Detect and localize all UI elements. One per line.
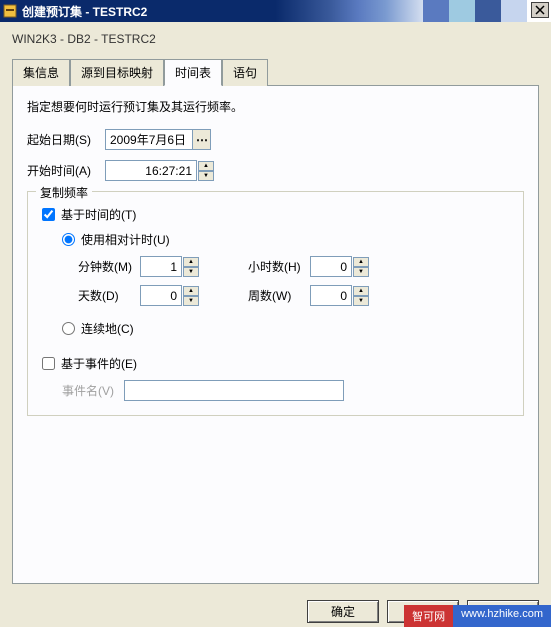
start-time-input[interactable] xyxy=(105,160,197,181)
watermark-url: www.hzhike.com xyxy=(453,605,551,627)
event-name-input xyxy=(124,380,344,401)
weeks-spin-down[interactable]: ▼ xyxy=(353,296,369,306)
replication-frequency-legend: 复制频率 xyxy=(36,184,92,201)
weeks-spin-up[interactable]: ▲ xyxy=(353,286,369,296)
event-based-label: 基于事件的(E) xyxy=(61,355,137,372)
app-icon xyxy=(2,3,18,19)
tab-schedule[interactable]: 时间表 xyxy=(164,59,222,86)
watermark: 智可网 www.hzhike.com xyxy=(404,605,551,627)
weeks-input[interactable] xyxy=(310,285,352,306)
replication-frequency-group: 复制频率 基于时间的(T) 使用相对计时(U) 分钟数(M) ▲ ▼ xyxy=(27,191,524,416)
days-spin-down[interactable]: ▼ xyxy=(183,296,199,306)
time-spin-down[interactable]: ▼ xyxy=(198,171,214,181)
days-spin-up[interactable]: ▲ xyxy=(183,286,199,296)
days-input[interactable] xyxy=(140,285,182,306)
time-spinner: ▲ ▼ xyxy=(198,161,214,181)
close-icon xyxy=(535,5,545,15)
title-decoration xyxy=(423,0,527,22)
close-button[interactable] xyxy=(531,2,549,18)
continuous-label: 连续地(C) xyxy=(81,320,134,337)
start-date-field[interactable]: ⋯ xyxy=(105,129,211,150)
event-name-label: 事件名(V) xyxy=(62,382,124,399)
minutes-spin-up[interactable]: ▲ xyxy=(183,257,199,267)
event-based-checkbox[interactable] xyxy=(42,357,55,370)
start-date-input[interactable] xyxy=(106,130,192,149)
tab-statements[interactable]: 语句 xyxy=(222,59,268,86)
instruction-text: 指定想要何时运行预订集及其运行频率。 xyxy=(27,98,524,115)
minutes-spin-down[interactable]: ▼ xyxy=(183,267,199,277)
continuous-radio[interactable] xyxy=(62,322,75,335)
use-relative-label: 使用相对计时(U) xyxy=(81,231,170,248)
start-time-label: 开始时间(A) xyxy=(27,162,105,179)
start-date-label: 起始日期(S) xyxy=(27,131,105,148)
tab-set-info[interactable]: 集信息 xyxy=(12,59,70,86)
tab-source-target-mapping[interactable]: 源到目标映射 xyxy=(70,59,164,86)
days-label: 天数(D) xyxy=(78,287,140,304)
window-title: 创建预订集 - TESTRC2 xyxy=(22,3,147,20)
hours-label: 小时数(H) xyxy=(248,258,310,275)
hours-spin-up[interactable]: ▲ xyxy=(353,257,369,267)
time-based-checkbox[interactable] xyxy=(42,208,55,221)
watermark-site-name: 智可网 xyxy=(404,605,453,627)
weeks-label: 周数(W) xyxy=(248,287,310,304)
breadcrumb: WIN2K3 - DB2 - TESTRC2 xyxy=(12,32,539,46)
time-spin-up[interactable]: ▲ xyxy=(198,161,214,171)
time-based-label: 基于时间的(T) xyxy=(61,206,136,223)
hours-input[interactable] xyxy=(310,256,352,277)
minutes-label: 分钟数(M) xyxy=(78,258,140,275)
tab-panel-schedule: 指定想要何时运行预订集及其运行频率。 起始日期(S) ⋯ 开始时间(A) ▲ ▼… xyxy=(12,86,539,584)
use-relative-radio[interactable] xyxy=(62,233,75,246)
minutes-input[interactable] xyxy=(140,256,182,277)
ellipsis-icon: ⋯ xyxy=(196,133,207,147)
hours-spin-down[interactable]: ▼ xyxy=(353,267,369,277)
date-picker-button[interactable]: ⋯ xyxy=(192,130,210,149)
ok-button[interactable]: 确定 xyxy=(307,600,379,623)
title-bar: 创建预订集 - TESTRC2 xyxy=(0,0,551,22)
tab-strip: 集信息 源到目标映射 时间表 语句 xyxy=(12,58,539,86)
